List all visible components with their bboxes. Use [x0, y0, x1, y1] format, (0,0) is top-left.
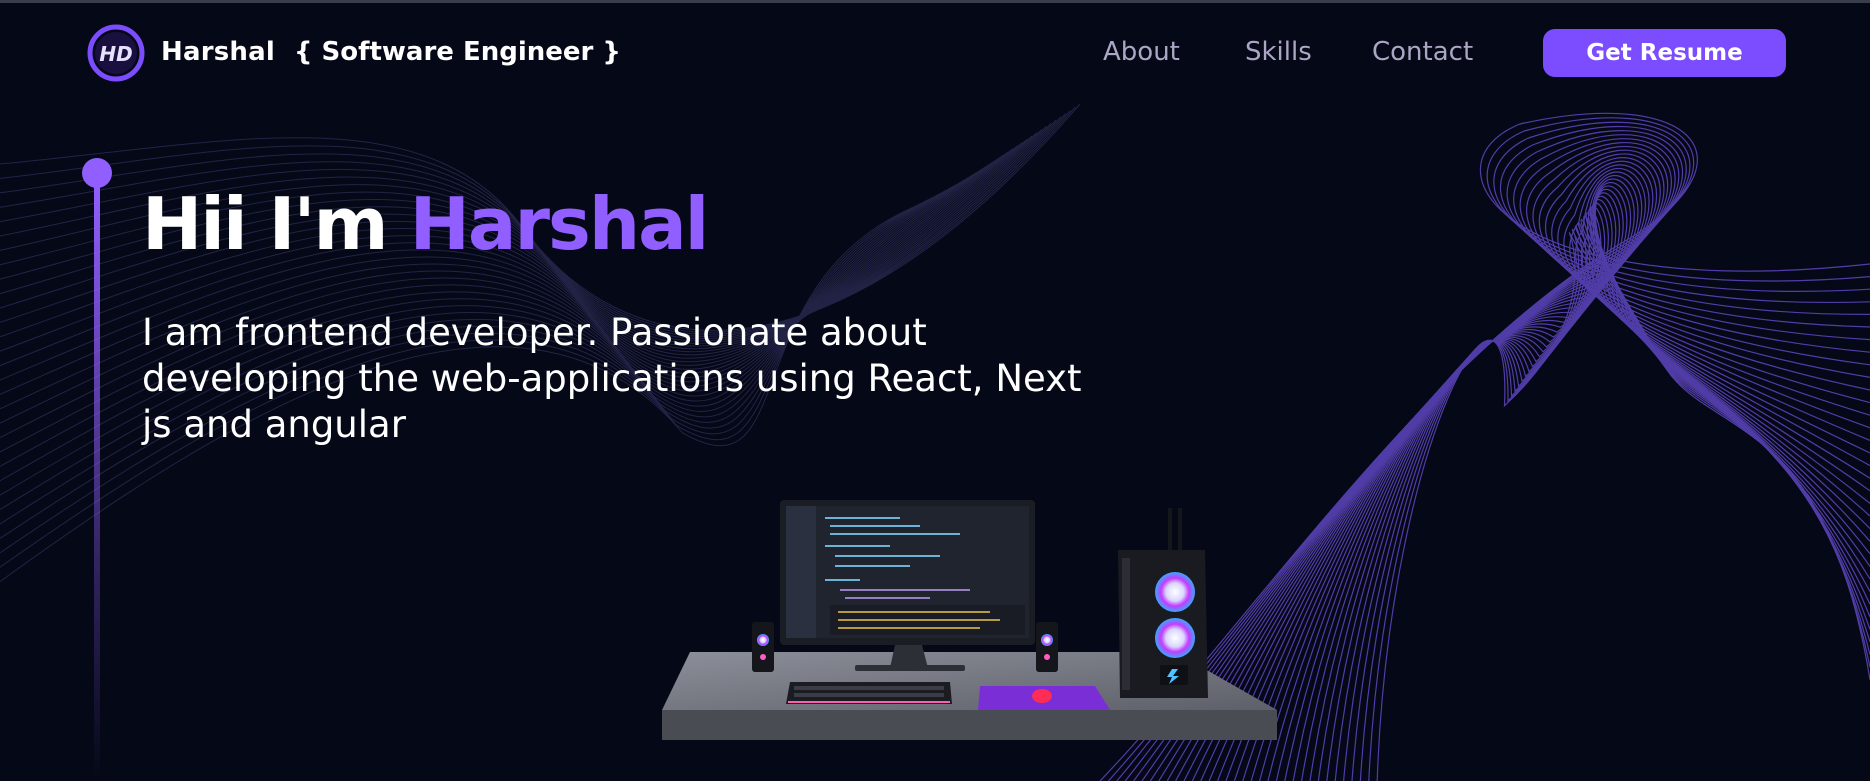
hero-greeting: Hii I'm — [142, 182, 389, 266]
nav-link-contact[interactable]: Contact — [1372, 37, 1473, 67]
timeline-bar — [94, 186, 100, 781]
desk-edge — [662, 710, 1277, 740]
timeline-dot — [82, 158, 112, 188]
hero-subtitle: I am frontend developer. Passionate abou… — [142, 311, 1082, 446]
brand-title: { Software Engineer } — [294, 37, 621, 67]
wave-line — [1225, 171, 1870, 781]
hero-heading: Hii I'm Harshal — [142, 182, 710, 266]
nav-link-about[interactable]: About — [1103, 37, 1180, 67]
brand-name[interactable]: Harshal — [161, 37, 275, 67]
wave-line — [1183, 153, 1870, 781]
mouse — [1032, 689, 1052, 703]
wave-line — [1242, 178, 1870, 781]
logo-initials: HD — [99, 42, 132, 66]
left-speaker — [752, 622, 774, 672]
wave-line — [1250, 181, 1870, 781]
wave-line — [1301, 202, 1870, 781]
hd-logo-icon[interactable]: HD — [86, 23, 146, 83]
wave-line — [1217, 167, 1870, 781]
hero-name: Harshal — [409, 182, 710, 266]
wave-line — [1233, 175, 1870, 781]
monitor-stand — [890, 645, 928, 668]
wave-line — [1259, 185, 1870, 781]
right-speaker — [1036, 622, 1058, 672]
nav-link-skills[interactable]: Skills — [1245, 37, 1312, 67]
get-resume-button[interactable]: Get Resume — [1543, 29, 1786, 77]
navbar: HD Harshal { Software Engineer } About S… — [0, 3, 1870, 103]
wave-line — [1208, 164, 1870, 781]
desk-computer-scene[interactable] — [660, 500, 1280, 745]
